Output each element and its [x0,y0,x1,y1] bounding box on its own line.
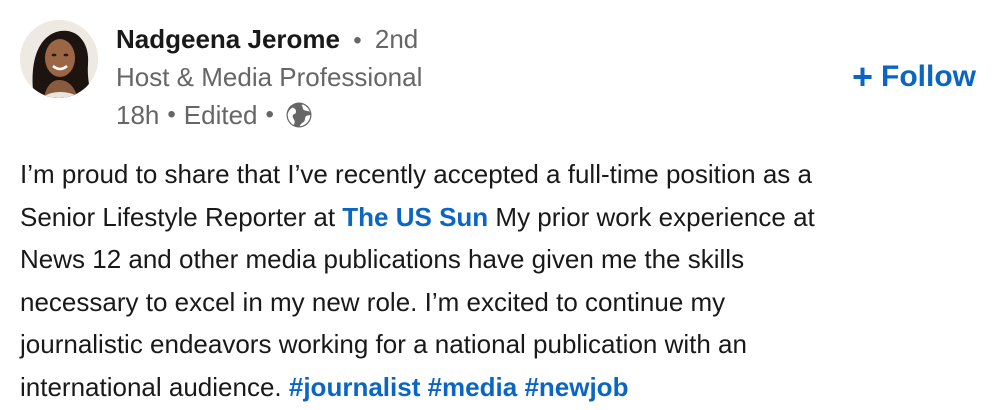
post-actor: Nadgeena Jerome • 2nd Host & Media Profe… [116,20,756,134]
body-line: international audience. #journalist #med… [20,366,980,409]
body-line: Senior Lifestyle Reporter at The US Sun … [20,196,980,239]
post-meta: 18h • Edited • [116,96,756,134]
separator-dot: • [167,101,176,128]
body-text-segment: Senior Lifestyle Reporter at [20,201,343,232]
body-text-segment: My prior work experience at [488,201,815,232]
post-time[interactable]: 18h [116,96,159,134]
body-line: journalistic endeavors working for a nat… [20,329,747,359]
author-name[interactable]: Nadgeena Jerome [116,24,340,54]
hashtag-link[interactable]: #journalist [289,372,420,402]
author-avatar[interactable] [20,20,98,98]
separator-dot: • [353,27,362,54]
body-line: necessary to excel in my new role. I’m e… [20,286,726,317]
company-link[interactable]: The US Sun [342,202,488,232]
body-line: News 12 and other media publications hav… [20,244,745,274]
actor-name-line: Nadgeena Jerome • 2nd [116,20,756,58]
body-text-segment: international audience. [20,371,289,402]
separator-dot: • [265,101,274,128]
connection-degree: 2nd [374,24,419,54]
follow-button[interactable]: + Follow [852,56,976,98]
follow-label: Follow [881,60,976,93]
post-body: I’m proud to share that I’ve recently ac… [20,153,980,408]
hashtag-link[interactable]: #newjob [524,372,628,402]
plus-icon: + [851,56,874,97]
author-headline: Host & Media Professional [116,62,423,92]
body-line: I’m proud to share that I’ve recently ac… [20,159,812,189]
edited-label: Edited [183,100,258,130]
hashtag-link[interactable]: #media [428,372,518,402]
globe-icon [284,100,314,130]
feed-post: Nadgeena Jerome • 2nd Host & Media Profe… [0,0,998,410]
